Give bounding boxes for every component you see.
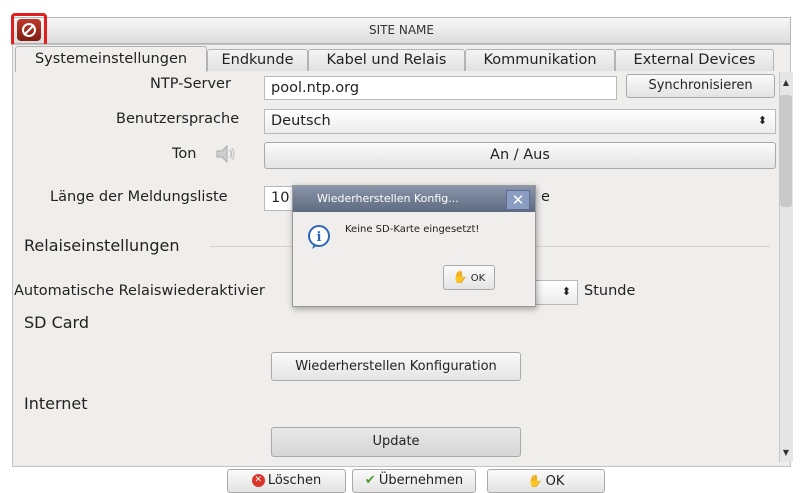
speaker-icon [214, 142, 238, 166]
auto-relay-reactivation-label: Automatische Relaiswiederaktivier [14, 283, 265, 299]
tab-kommunikation[interactable]: Kommunikation [465, 49, 615, 71]
dialog-message: Keine SD-Karte eingesetzt! [345, 224, 480, 235]
restore-configuration-button[interactable]: Wiederherstellen Konfiguration [271, 352, 521, 381]
delete-icon: ✕ [251, 474, 265, 487]
ok-hand-icon: ✋ [452, 270, 468, 284]
internet-heading: Internet [24, 394, 88, 413]
message-list-length-label: Länge der Meldungsliste [50, 189, 228, 205]
language-label: Benutzersprache [116, 111, 240, 127]
delete-button[interactable]: ✕ Löschen [227, 469, 346, 493]
app-icon-highlight [11, 13, 47, 47]
dialog-ok-label: OK [470, 273, 486, 284]
select-arrows-icon: ⬍ [757, 114, 767, 127]
window-title: SITE NAME [368, 23, 434, 37]
sound-toggle-button[interactable]: An / Aus [264, 142, 776, 169]
apply-button[interactable]: ✔ Übernehmen [352, 469, 476, 493]
tab-endkunde[interactable]: Endkunde [207, 49, 308, 71]
message-list-unit-label: e [541, 189, 550, 205]
ok-button-label: OK [545, 474, 565, 489]
relay-settings-heading: Relaiseinstellungen [24, 236, 180, 255]
ntp-server-label: NTP-Server [150, 76, 231, 92]
sd-card-heading: SD Card [24, 313, 89, 332]
synchronize-button[interactable]: Synchronisieren [626, 74, 775, 98]
tab-external-devices[interactable]: External Devices [615, 49, 774, 71]
scroll-down-arrow-icon[interactable]: ▼ [779, 446, 793, 460]
language-select[interactable]: Deutsch ⬍ [264, 109, 776, 134]
ok-button[interactable]: ✋ OK [487, 469, 605, 493]
scroll-up-arrow-icon[interactable]: ▲ [779, 76, 793, 90]
relay-unit-label: Stunde [584, 283, 636, 299]
delete-button-label: Löschen [267, 473, 322, 488]
tab-systemeinstellungen[interactable]: Systemeinstellungen [15, 46, 207, 72]
update-button[interactable]: Update [271, 427, 521, 457]
checkmark-icon: ✔ [364, 473, 376, 488]
svg-text:i: i [317, 230, 322, 245]
select-arrows-icon: ⬍ [561, 285, 571, 298]
sound-label: Ton [172, 146, 197, 162]
ntp-server-input[interactable]: pool.ntp.org [264, 76, 617, 100]
apply-button-label: Übernehmen [378, 473, 464, 488]
language-select-value: Deutsch [271, 113, 331, 129]
scrollbar-thumb[interactable] [780, 95, 792, 207]
dialog-close-icon[interactable]: ✕ [506, 190, 530, 210]
dialog-ok-button[interactable]: ✋ OK [443, 265, 495, 290]
ok-hand-icon: ✋ [527, 474, 543, 488]
tab-kabel-und-relais[interactable]: Kabel und Relais [308, 49, 465, 71]
info-icon: i [306, 224, 332, 250]
dialog-title: Wiederherstellen Konfig... [293, 186, 535, 212]
